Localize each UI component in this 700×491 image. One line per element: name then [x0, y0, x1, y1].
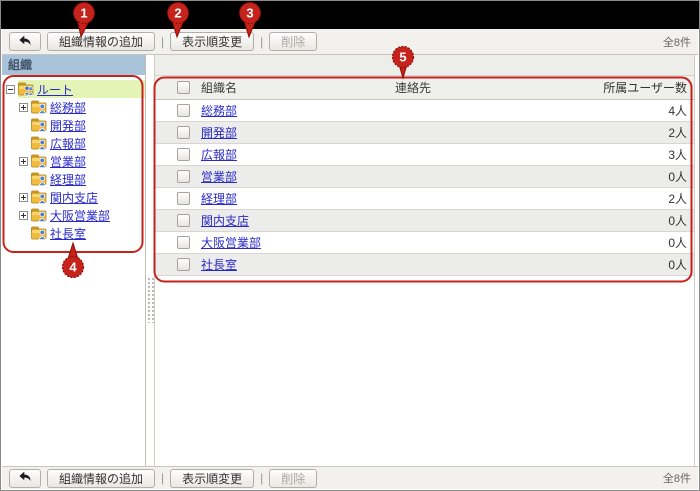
- expand-icon[interactable]: [19, 211, 28, 220]
- folder-user-icon: [31, 118, 47, 132]
- org-name-link[interactable]: 大阪営業部: [201, 236, 261, 250]
- tree-item[interactable]: 大阪営業部: [2, 206, 145, 224]
- folder-user-icon: [31, 208, 47, 222]
- tree-item-label[interactable]: 営業部: [50, 153, 86, 170]
- folder-user-icon: [31, 172, 47, 186]
- tree-item[interactable]: 営業部: [2, 152, 145, 170]
- table-row: 広報部 3人: [155, 144, 694, 166]
- select-all-checkbox[interactable]: [177, 81, 190, 94]
- user-count: 2人: [585, 124, 694, 141]
- admin-window: 組織情報の追加 | 表示順変更 | 削除 全8件 組織 ルート: [0, 0, 700, 491]
- tree-item[interactable]: 開発部: [2, 116, 145, 134]
- table-row: 大阪営業部 0人: [155, 232, 694, 254]
- column-header-users: 所属ユーザー数: [585, 79, 694, 96]
- org-name-link[interactable]: 関内支店: [201, 214, 249, 228]
- row-checkbox[interactable]: [177, 104, 190, 117]
- row-checkbox[interactable]: [177, 148, 190, 161]
- delete-button-bottom[interactable]: 削除: [269, 469, 317, 488]
- expand-icon[interactable]: [19, 103, 28, 112]
- org-name-link[interactable]: 開発部: [201, 126, 237, 140]
- row-checkbox[interactable]: [177, 258, 190, 271]
- add-org-button[interactable]: 組織情報の追加: [47, 32, 155, 51]
- tree-item[interactable]: 広報部: [2, 134, 145, 152]
- back-button-bottom[interactable]: [9, 469, 41, 488]
- back-button[interactable]: [9, 32, 41, 51]
- table-row: 営業部 0人: [155, 166, 694, 188]
- org-name-link[interactable]: 総務部: [201, 104, 237, 118]
- tree-item-label[interactable]: 大阪営業部: [50, 207, 110, 224]
- table-header-row: 組織名 連絡先 所属ユーザー数: [155, 76, 694, 100]
- folder-user-icon: [31, 154, 47, 168]
- undo-arrow-icon: [18, 34, 32, 50]
- total-count: 全8件: [663, 34, 691, 50]
- table-row: 総務部 4人: [155, 100, 694, 122]
- list-panel-header-band: [155, 55, 694, 76]
- undo-arrow-icon: [18, 470, 32, 486]
- folder-user-icon: [31, 136, 47, 150]
- user-count: 0人: [585, 256, 694, 273]
- table-row: 経理部 2人: [155, 188, 694, 210]
- collapse-icon[interactable]: [6, 85, 15, 94]
- folder-users-icon: [18, 82, 34, 96]
- user-count: 0人: [585, 168, 694, 185]
- user-count: 0人: [585, 212, 694, 229]
- table-row: 開発部 2人: [155, 122, 694, 144]
- user-count: 3人: [585, 146, 694, 163]
- tree-item-label[interactable]: 経理部: [50, 171, 86, 188]
- folder-user-icon: [31, 226, 47, 240]
- user-count: 0人: [585, 234, 694, 251]
- user-count: 2人: [585, 190, 694, 207]
- total-count-bottom: 全8件: [663, 470, 691, 486]
- folder-user-icon: [31, 100, 47, 114]
- tree-item-label[interactable]: 関内支店: [50, 189, 98, 206]
- tree-item-selected-highlight[interactable]: ルート: [18, 80, 145, 98]
- tree-item-label[interactable]: 開発部: [50, 117, 86, 134]
- tree-item-label[interactable]: ルート: [37, 81, 73, 98]
- tree-item[interactable]: 経理部: [2, 170, 145, 188]
- toolbar-separator: |: [161, 35, 164, 49]
- org-name-link[interactable]: 広報部: [201, 148, 237, 162]
- add-org-button-bottom[interactable]: 組織情報の追加: [47, 469, 155, 488]
- content-area: 組織 ルート 総務部: [2, 55, 698, 467]
- tree-item[interactable]: 総務部: [2, 98, 145, 116]
- row-checkbox[interactable]: [177, 170, 190, 183]
- tree-item-label[interactable]: 総務部: [50, 99, 86, 116]
- org-name-link[interactable]: 社長室: [201, 258, 237, 272]
- tree-item[interactable]: 関内支店: [2, 188, 145, 206]
- tree-item-label[interactable]: 社長室: [50, 225, 86, 242]
- org-list-panel: 組織名 連絡先 所属ユーザー数 総務部 4人 開発部 2人: [154, 55, 695, 467]
- column-header-contact: 連絡先: [395, 79, 585, 96]
- expand-icon[interactable]: [19, 193, 28, 202]
- toolbar-separator: |: [260, 471, 263, 485]
- toolbar-separator: |: [260, 35, 263, 49]
- reorder-button-bottom[interactable]: 表示順変更: [170, 469, 254, 488]
- org-tree: ルート 総務部 開発部: [2, 75, 145, 242]
- tree-item[interactable]: 社長室: [2, 224, 145, 242]
- bottom-toolbar: 組織情報の追加 | 表示順変更 | 削除 全8件: [2, 466, 698, 489]
- org-name-link[interactable]: 経理部: [201, 192, 237, 206]
- top-black-bar: [1, 1, 699, 29]
- delete-button[interactable]: 削除: [269, 32, 317, 51]
- table-row: 関内支店 0人: [155, 210, 694, 232]
- user-count: 4人: [585, 102, 694, 119]
- reorder-button[interactable]: 表示順変更: [170, 32, 254, 51]
- tree-item-root[interactable]: ルート: [2, 80, 145, 98]
- org-name-link[interactable]: 営業部: [201, 170, 237, 184]
- row-checkbox[interactable]: [177, 126, 190, 139]
- row-checkbox[interactable]: [177, 236, 190, 249]
- tree-item-label[interactable]: 広報部: [50, 135, 86, 152]
- toolbar-separator: |: [161, 471, 164, 485]
- expand-icon[interactable]: [19, 157, 28, 166]
- org-tree-panel: 組織 ルート 総務部: [2, 55, 146, 467]
- folder-user-icon: [31, 190, 47, 204]
- table-row: 社長室 0人: [155, 254, 694, 276]
- row-checkbox[interactable]: [177, 214, 190, 227]
- top-toolbar: 組織情報の追加 | 表示順変更 | 削除 全8件: [2, 29, 698, 55]
- tree-panel-title: 組織: [2, 55, 145, 75]
- column-header-name: 組織名: [199, 79, 395, 96]
- row-checkbox[interactable]: [177, 192, 190, 205]
